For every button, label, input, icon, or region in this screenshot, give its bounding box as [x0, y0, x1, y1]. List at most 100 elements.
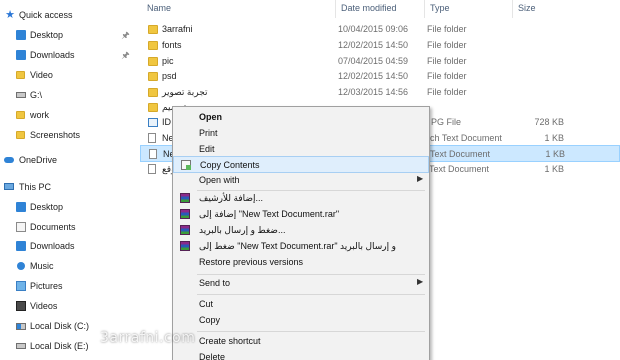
menu-item-label: Cut — [199, 299, 214, 309]
menu-item-send-to[interactable]: Send to ▶ — [173, 275, 429, 292]
menu-item-compress-email[interactable]: ضغط و إرسال بالبريد... — [173, 222, 429, 239]
quick-access-star-icon: ★ — [5, 9, 15, 21]
onedrive-cloud-icon — [4, 157, 14, 163]
menu-item-label: Create shortcut — [199, 336, 261, 346]
submenu-arrow-icon: ▶ — [417, 174, 424, 183]
nav-item-work[interactable]: work — [0, 106, 140, 124]
menu-item-label: Open with — [199, 175, 240, 185]
nav-item-label: Downloads — [30, 241, 75, 251]
file-row[interactable]: 3arrafni 10/04/2015 09:06 File folder — [140, 21, 620, 38]
nav-pc-videos[interactable]: Videos — [0, 297, 140, 315]
folder-icon — [148, 88, 158, 97]
menu-item-compress-rar-email[interactable]: ضغط إلى "New Text Document.rar" و إرسال … — [173, 238, 429, 255]
nav-quick-access[interactable]: ★ Quick access — [0, 6, 140, 24]
nav-item-screenshots[interactable]: Screenshots — [0, 126, 140, 144]
file-size: 1 KB — [544, 133, 564, 143]
nav-item-label: Downloads — [30, 50, 75, 60]
file-type: File folder — [427, 56, 467, 66]
nav-pc-desktop[interactable]: Desktop — [0, 198, 140, 216]
menu-item-copy-contents[interactable]: Copy Contents — [173, 156, 429, 173]
watermark: 3arrafni.com — [100, 330, 196, 346]
nav-item-label: Video — [30, 70, 53, 80]
nav-this-pc-label: This PC — [19, 182, 52, 192]
file-type: PG File — [431, 117, 462, 127]
menu-item-delete[interactable]: Delete — [173, 349, 429, 360]
nav-item-desktop[interactable]: Desktop 🖈 — [0, 26, 140, 44]
menu-item-label: Delete — [199, 352, 226, 360]
menu-item-create-shortcut[interactable]: Create shortcut — [173, 333, 429, 350]
nav-pc-documents[interactable]: Documents — [0, 218, 140, 236]
nav-pc-pictures[interactable]: Pictures — [0, 277, 140, 295]
image-file-icon — [148, 118, 158, 127]
nav-pc-downloads[interactable]: Downloads — [0, 237, 140, 255]
file-type: File folder — [427, 24, 467, 34]
column-header-name[interactable]: Name — [142, 0, 338, 18]
file-row[interactable]: fonts 12/02/2015 14:50 File folder — [140, 37, 620, 54]
menu-item-label: Restore previous versions — [199, 257, 304, 267]
column-header-size[interactable]: Size — [512, 0, 572, 18]
menu-item-label: إضافة إلى "New Text Document.rar" — [199, 209, 340, 219]
text-file-icon — [148, 133, 156, 143]
menu-item-label: ضغط إلى "New Text Document.rar" و إرسال … — [199, 241, 396, 251]
nav-item-label: Local Disk (C:) — [30, 321, 90, 331]
nav-this-pc[interactable]: This PC — [0, 178, 140, 196]
drive-icon — [16, 323, 26, 330]
column-header-type[interactable]: Type — [424, 0, 512, 18]
menu-item-label: Copy — [199, 315, 221, 325]
winrar-icon — [180, 209, 190, 219]
desktop-icon — [16, 202, 26, 212]
nav-item-video[interactable]: Video — [0, 66, 140, 84]
nav-item-label: Documents — [30, 222, 76, 232]
menu-item-add-to-archive[interactable]: إضافة للأرشيف... — [173, 190, 429, 207]
file-date: 12/02/2015 14:50 — [338, 40, 409, 50]
nav-onedrive-label: OneDrive — [19, 155, 58, 165]
nav-pc-music[interactable]: Music — [0, 257, 140, 275]
nav-item-downloads[interactable]: Downloads 🖈 — [0, 46, 140, 64]
folder-icon — [148, 25, 158, 34]
menu-item-restore-previous-versions[interactable]: Restore previous versions — [173, 254, 429, 271]
file-date: 12/03/2015 14:56 — [338, 87, 409, 97]
nav-item-label: G:\ — [30, 90, 43, 100]
file-type: File folder — [427, 87, 467, 97]
pin-icon[interactable]: 🖈 — [121, 50, 130, 60]
file-size: 1 KB — [545, 149, 565, 159]
file-name: pic — [162, 56, 174, 66]
column-header-date-modified[interactable]: Date modified — [335, 0, 423, 18]
menu-item-label: Copy Contents — [200, 160, 260, 170]
file-row[interactable]: psd 12/02/2015 14:50 File folder — [140, 68, 620, 85]
folder-icon — [148, 57, 158, 66]
file-name: psd — [162, 71, 177, 81]
pin-icon[interactable]: 🖈 — [121, 30, 130, 40]
file-type: File folder — [427, 71, 467, 81]
winrar-icon — [180, 225, 190, 235]
nav-item-label: Pictures — [30, 281, 63, 291]
nav-item-g-drive[interactable]: G:\ — [0, 86, 140, 104]
winrar-icon — [180, 193, 190, 203]
drive-icon — [16, 343, 26, 349]
nav-item-label: Local Disk (E:) — [30, 341, 89, 351]
file-date: 12/02/2015 14:50 — [338, 71, 409, 81]
folder-icon — [148, 103, 158, 112]
nav-item-label: Screenshots — [30, 130, 81, 140]
folder-icon — [16, 71, 25, 79]
menu-item-copy[interactable]: Copy — [173, 312, 429, 329]
drive-icon — [16, 92, 26, 98]
menu-item-cut[interactable]: Cut — [173, 296, 429, 313]
context-menu: Open Print Edit Copy Contents Open with … — [172, 106, 430, 360]
menu-separator — [197, 331, 425, 332]
nav-item-label: work — [30, 110, 50, 120]
navigation-pane: ★ Quick access Desktop 🖈 Downloads 🖈 Vid… — [0, 0, 140, 360]
menu-item-print[interactable]: Print — [173, 125, 429, 142]
menu-item-label: إضافة للأرشيف... — [199, 193, 264, 203]
text-file-icon — [149, 149, 157, 159]
downloads-icon — [16, 241, 26, 251]
menu-item-label: Open — [199, 112, 223, 122]
copy-contents-icon — [181, 160, 191, 170]
nav-onedrive[interactable]: OneDrive — [0, 151, 140, 169]
file-name: 3arrafni — [162, 24, 193, 34]
menu-item-open-with[interactable]: Open with ▶ — [173, 172, 429, 189]
file-date: 10/04/2015 09:06 — [338, 24, 409, 34]
file-date: 07/04/2015 04:59 — [338, 56, 409, 66]
menu-item-add-to-rar[interactable]: إضافة إلى "New Text Document.rar" — [173, 206, 429, 223]
menu-item-open[interactable]: Open — [173, 109, 429, 126]
